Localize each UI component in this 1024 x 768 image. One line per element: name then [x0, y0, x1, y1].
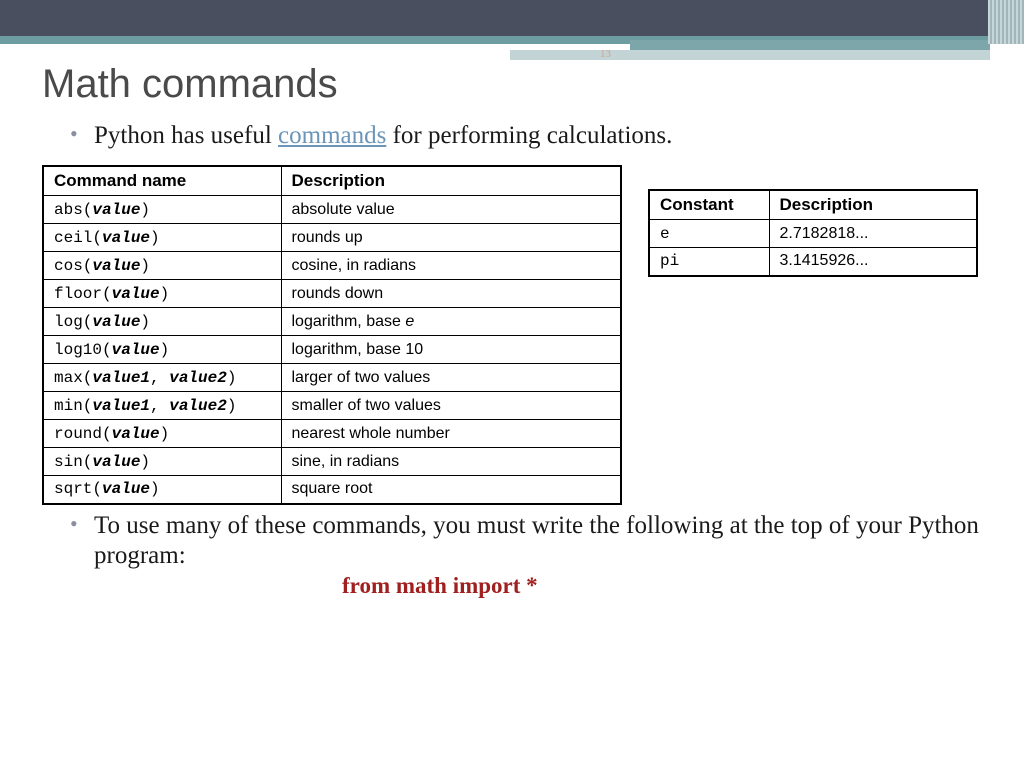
- import-statement: from math import *: [342, 573, 992, 599]
- constant-name-cell: pi: [649, 248, 769, 276]
- description-cell: smaller of two values: [281, 392, 621, 420]
- command-cell: max(value1, value2): [43, 364, 281, 392]
- table-row: log10(value)logarithm, base 10: [43, 336, 621, 364]
- table-row: sin(value)sine, in radians: [43, 448, 621, 476]
- description-cell: sine, in radians: [281, 448, 621, 476]
- description-cell: nearest whole number: [281, 420, 621, 448]
- command-cell: min(value1, value2): [43, 392, 281, 420]
- table-row: e2.7182818...: [649, 220, 977, 248]
- command-cell: abs(value): [43, 196, 281, 224]
- commands-table: Command name Description abs(value)absol…: [42, 165, 622, 505]
- command-cell: log(value): [43, 308, 281, 336]
- table-row: round(value)nearest whole number: [43, 420, 621, 448]
- constants-table: Constant Description e2.7182818...pi3.14…: [648, 189, 978, 277]
- table-row: floor(value)rounds down: [43, 280, 621, 308]
- description-cell: rounds down: [281, 280, 621, 308]
- command-cell: round(value): [43, 420, 281, 448]
- command-cell: sqrt(value): [43, 476, 281, 504]
- table-row: max(value1, value2)larger of two values: [43, 364, 621, 392]
- usage-bullet: To use many of these commands, you must …: [70, 511, 992, 571]
- page-number: 13: [600, 48, 611, 60]
- constant-value-cell: 2.7182818...: [769, 220, 977, 248]
- table-row: cos(value)cosine, in radians: [43, 252, 621, 280]
- table-row: min(value1, value2)smaller of two values: [43, 392, 621, 420]
- command-cell: floor(value): [43, 280, 281, 308]
- table-row: sqrt(value)square root: [43, 476, 621, 504]
- header-band-dark: [0, 0, 1024, 36]
- intro-bullet: Python has useful commands for performin…: [70, 121, 992, 151]
- command-cell: cos(value): [43, 252, 281, 280]
- table-row: log(value)logarithm, base e: [43, 308, 621, 336]
- commands-link[interactable]: commands: [278, 122, 386, 149]
- table-row: pi3.1415926...: [649, 248, 977, 276]
- const-header-desc: Description: [769, 190, 977, 220]
- description-cell: logarithm, base 10: [281, 336, 621, 364]
- command-cell: log10(value): [43, 336, 281, 364]
- intro-text-suffix: for performing calculations.: [386, 122, 672, 149]
- cmd-header-name: Command name: [43, 166, 281, 196]
- table-row: abs(value)absolute value: [43, 196, 621, 224]
- header-band-accent: [0, 36, 1024, 44]
- intro-text-prefix: Python has useful: [94, 122, 278, 149]
- description-cell: cosine, in radians: [281, 252, 621, 280]
- cmd-header-desc: Description: [281, 166, 621, 196]
- description-cell: rounds up: [281, 224, 621, 252]
- description-cell: larger of two values: [281, 364, 621, 392]
- slide-title: Math commands: [42, 62, 992, 107]
- description-cell: square root: [281, 476, 621, 504]
- constant-name-cell: e: [649, 220, 769, 248]
- description-cell: absolute value: [281, 196, 621, 224]
- constant-value-cell: 3.1415926...: [769, 248, 977, 276]
- command-cell: sin(value): [43, 448, 281, 476]
- const-header-name: Constant: [649, 190, 769, 220]
- command-cell: ceil(value): [43, 224, 281, 252]
- description-cell: logarithm, base e: [281, 308, 621, 336]
- header-right-striped-block: [988, 0, 1024, 44]
- table-row: ceil(value)rounds up: [43, 224, 621, 252]
